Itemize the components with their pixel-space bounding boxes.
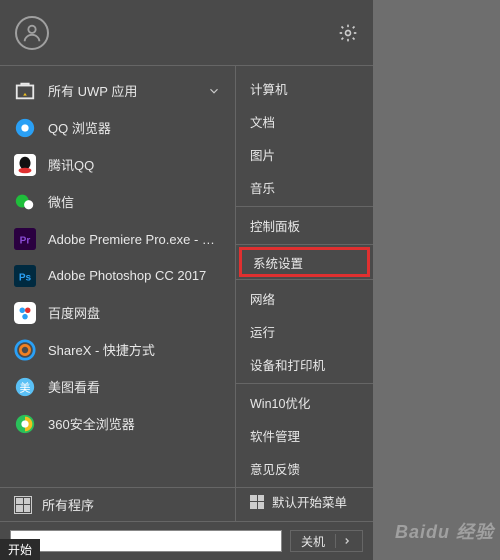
- system-link-7[interactable]: 运行: [236, 315, 373, 348]
- app-label: Adobe Photoshop CC 2017: [48, 268, 221, 283]
- system-link-9[interactable]: Win10优化: [236, 386, 373, 419]
- search-input[interactable]: [10, 530, 282, 552]
- ps-icon: Ps: [14, 265, 36, 287]
- separator: [236, 383, 373, 384]
- system-link-4[interactable]: 控制面板: [236, 209, 373, 242]
- app-label: 微信: [48, 192, 221, 211]
- separator: [236, 279, 373, 280]
- system-link-2[interactable]: 图片: [236, 138, 373, 171]
- chevron-right-icon: [342, 536, 352, 546]
- system-link-10[interactable]: 软件管理: [236, 419, 373, 452]
- system-link-5[interactable]: 系统设置: [239, 247, 370, 277]
- pr-icon: Pr: [14, 228, 36, 250]
- app-item-qq-browser[interactable]: QQ 浏览器: [0, 109, 235, 146]
- start-menu-right-column: 计算机文档图片音乐控制面板系统设置网络运行设备和打印机 Win10优化软件管理意见…: [235, 65, 373, 560]
- system-link-1[interactable]: 文档: [236, 105, 373, 138]
- app-label: QQ 浏览器: [48, 118, 221, 137]
- app-label: 腾讯QQ: [48, 155, 221, 174]
- baidu-pan-icon: [14, 302, 36, 324]
- system-link-3[interactable]: 音乐: [236, 171, 373, 204]
- system-link-8[interactable]: 设备和打印机: [236, 348, 373, 381]
- watermark: Baidu 经验: [395, 518, 494, 544]
- app-label: 百度网盘: [48, 303, 221, 322]
- app-label: 360安全浏览器: [48, 414, 221, 433]
- uwp-apps-label: 所有 UWP 应用: [48, 81, 195, 100]
- sharex-icon: [14, 339, 36, 361]
- system-link-0[interactable]: 计算机: [236, 72, 373, 105]
- power-label: 关机: [301, 533, 325, 550]
- system-link-6[interactable]: 网络: [236, 282, 373, 315]
- 360-icon: [14, 413, 36, 435]
- app-label: 美图看看: [48, 377, 221, 396]
- all-programs-label: 所有程序: [42, 495, 94, 514]
- svg-text:Pr: Pr: [20, 235, 31, 246]
- user-avatar[interactable]: [15, 16, 49, 50]
- app-label: Adobe Premiere Pro.exe - 快捷方式: [48, 229, 221, 248]
- app-item-pr[interactable]: Pr Adobe Premiere Pro.exe - 快捷方式: [0, 220, 235, 257]
- svg-text:Ps: Ps: [19, 272, 32, 283]
- meitu-icon: 美: [14, 376, 36, 398]
- system-link-11[interactable]: 意见反馈: [236, 452, 373, 485]
- start-menu-left-column: 所有 UWP 应用 QQ 浏览器腾讯QQ 微信 Pr Adobe Premiere P…: [0, 65, 235, 560]
- start-button-tooltip: 开始: [0, 539, 40, 560]
- app-item-wechat[interactable]: 微信: [0, 183, 235, 220]
- app-item-qq[interactable]: 腾讯QQ: [0, 146, 235, 183]
- qq-icon: [14, 154, 36, 176]
- grid-icon: [14, 496, 32, 514]
- app-item-ps[interactable]: Ps Adobe Photoshop CC 2017: [0, 257, 235, 294]
- wechat-icon: [14, 191, 36, 213]
- svg-text:美: 美: [20, 381, 31, 394]
- power-button[interactable]: 关机: [290, 530, 363, 552]
- app-item-sharex[interactable]: ShareX - 快捷方式: [0, 331, 235, 368]
- app-item-360[interactable]: 360安全浏览器: [0, 405, 235, 442]
- settings-icon[interactable]: [338, 23, 358, 43]
- uwp-store-icon: [14, 80, 36, 102]
- separator: [236, 244, 373, 245]
- chevron-down-icon: [207, 84, 221, 98]
- uwp-apps-header[interactable]: 所有 UWP 应用: [0, 72, 235, 109]
- app-item-meitu[interactable]: 美 美图看看: [0, 368, 235, 405]
- app-item-baidu-pan[interactable]: 百度网盘: [0, 294, 235, 331]
- separator: [236, 206, 373, 207]
- app-label: ShareX - 快捷方式: [48, 340, 221, 359]
- qq-browser-icon: [14, 117, 36, 139]
- all-programs-button[interactable]: 所有程序: [0, 487, 373, 521]
